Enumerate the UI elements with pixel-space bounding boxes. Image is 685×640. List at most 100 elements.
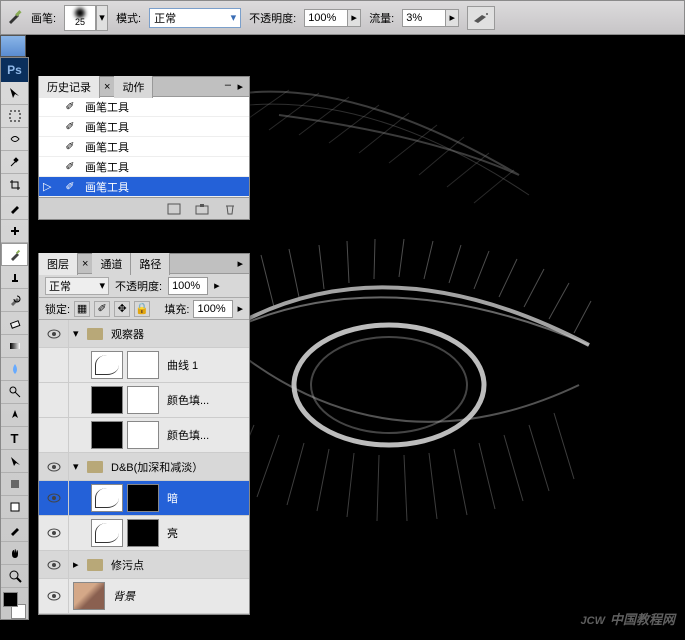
layer-tree: ▾观察器 曲线 1 颜色填... 颜色填... ▾D&B(加深和减淡） 暗 亮: [39, 320, 249, 614]
layer-group-observer[interactable]: ▾观察器: [39, 320, 249, 348]
notes-tool[interactable]: [1, 496, 28, 519]
layer-thumb[interactable]: [73, 582, 105, 610]
layer-thumb[interactable]: [91, 386, 123, 414]
layer-dark[interactable]: 暗: [39, 481, 249, 516]
delete-icon[interactable]: [221, 201, 239, 217]
eyedropper-tool[interactable]: [1, 197, 28, 220]
lock-label: 锁定:: [45, 301, 70, 317]
history-item[interactable]: ✐画笔工具: [39, 137, 249, 157]
visibility-icon[interactable]: [47, 560, 61, 570]
history-list: ✐画笔工具 ✐画笔工具 ✐画笔工具 ✐画笔工具 ▷✐画笔工具: [39, 97, 249, 197]
new-doc-from-state-icon[interactable]: [165, 201, 183, 217]
layer-thumb[interactable]: [91, 519, 123, 547]
layer-group-cleanup[interactable]: ▸修污点: [39, 551, 249, 579]
lasso-tool[interactable]: [1, 128, 28, 151]
close-tab-icon[interactable]: ×: [100, 81, 114, 93]
stamp-tool[interactable]: [1, 266, 28, 289]
lock-all-icon[interactable]: 🔒: [134, 301, 150, 317]
gradient-tool[interactable]: [1, 335, 28, 358]
chevron-right-icon[interactable]: ▸: [237, 302, 243, 315]
visibility-icon[interactable]: [47, 329, 61, 339]
history-item[interactable]: ✐画笔工具: [39, 157, 249, 177]
layer-blend-select[interactable]: 正常▾: [45, 277, 109, 295]
flow-input[interactable]: 3%: [402, 9, 446, 27]
snapshot-icon[interactable]: [193, 201, 211, 217]
dodge-tool[interactable]: [1, 381, 28, 404]
type-tool[interactable]: T: [1, 427, 28, 450]
folder-icon: [87, 328, 103, 340]
disclosure-icon[interactable]: ▾: [73, 327, 83, 340]
history-brush-tool[interactable]: [1, 289, 28, 312]
history-item[interactable]: ✐画笔工具: [39, 117, 249, 137]
path-select-tool[interactable]: [1, 450, 28, 473]
disclosure-icon[interactable]: ▸: [73, 558, 83, 571]
lock-transparency-icon[interactable]: ▦: [74, 301, 90, 317]
chevron-down-icon: ▾: [231, 11, 237, 24]
zoom-tool[interactable]: [1, 565, 28, 588]
disclosure-icon[interactable]: ▾: [73, 460, 83, 473]
eraser-tool[interactable]: [1, 312, 28, 335]
lock-position-icon[interactable]: ✥: [114, 301, 130, 317]
panel-menu-icon[interactable]: ▸: [231, 80, 249, 93]
opacity-input[interactable]: 100%: [304, 9, 348, 27]
layer-opacity-input[interactable]: 100%: [168, 277, 208, 295]
layer-background[interactable]: 背景: [39, 579, 249, 614]
pen-tool[interactable]: [1, 404, 28, 427]
visibility-icon[interactable]: [47, 528, 61, 538]
fill-input[interactable]: 100%: [193, 300, 233, 318]
move-tool[interactable]: [1, 82, 28, 105]
mask-thumb[interactable]: [127, 386, 159, 414]
foreground-color[interactable]: [3, 592, 18, 607]
history-item[interactable]: ▷✐画笔工具: [39, 177, 249, 197]
tab-paths[interactable]: 路径: [131, 253, 170, 275]
close-tab-icon[interactable]: ×: [78, 258, 92, 270]
layer-group-db[interactable]: ▾D&B(加深和减淡）: [39, 453, 249, 481]
chevron-right-icon[interactable]: ▸: [214, 279, 220, 292]
healing-tool[interactable]: [1, 220, 28, 243]
blend-mode-select[interactable]: 正常 ▾: [149, 8, 241, 28]
layer-thumb[interactable]: [91, 484, 123, 512]
tab-layers[interactable]: 图层: [39, 253, 78, 275]
flow-arrow[interactable]: ▸: [445, 9, 459, 27]
menu-strip[interactable]: [0, 35, 26, 57]
mask-thumb[interactable]: [127, 421, 159, 449]
shape-tool[interactable]: [1, 473, 28, 496]
mask-thumb[interactable]: [127, 519, 159, 547]
opacity-arrow[interactable]: ▸: [347, 9, 361, 27]
hand-tool[interactable]: [1, 542, 28, 565]
mask-thumb[interactable]: [127, 351, 159, 379]
minimize-icon[interactable]: –: [225, 79, 231, 91]
wand-tool[interactable]: [1, 151, 28, 174]
blur-tool[interactable]: [1, 358, 28, 381]
fill-label: 填充:: [164, 301, 189, 317]
layer-thumb[interactable]: [91, 421, 123, 449]
tab-actions[interactable]: 动作: [114, 76, 153, 98]
visibility-icon[interactable]: [47, 462, 61, 472]
history-footer: [39, 197, 249, 219]
brush-preview[interactable]: 25: [64, 5, 96, 31]
brush-picker-arrow[interactable]: ▾: [96, 5, 108, 31]
color-swatch[interactable]: [1, 592, 28, 619]
panel-menu-icon[interactable]: ▸: [231, 257, 249, 270]
crop-tool[interactable]: [1, 174, 28, 197]
layer-colorfill1[interactable]: 颜色填...: [39, 383, 249, 418]
visibility-icon[interactable]: [47, 591, 61, 601]
layer-thumb[interactable]: [91, 351, 123, 379]
layer-light[interactable]: 亮: [39, 516, 249, 551]
airbrush-toggle[interactable]: [467, 6, 495, 30]
brush-icon: ✐: [61, 120, 79, 134]
eyedropper2-tool[interactable]: [1, 519, 28, 542]
mask-thumb[interactable]: [127, 484, 159, 512]
marquee-tool[interactable]: [1, 105, 28, 128]
layer-colorfill2[interactable]: 颜色填...: [39, 418, 249, 453]
tab-channels[interactable]: 通道: [92, 253, 131, 275]
tab-history[interactable]: 历史记录: [39, 76, 100, 98]
lock-pixels-icon[interactable]: ✐: [94, 301, 110, 317]
brush-icon: ✐: [61, 160, 79, 174]
layer-curves1[interactable]: 曲线 1: [39, 348, 249, 383]
history-item[interactable]: ✐画笔工具: [39, 97, 249, 117]
brush-tool[interactable]: [1, 243, 28, 266]
visibility-icon[interactable]: [47, 493, 61, 503]
flow-label: 流量:: [369, 10, 394, 26]
history-panel: 历史记录 × 动作 – ▸ ✐画笔工具 ✐画笔工具 ✐画笔工具 ✐画笔工具 ▷✐…: [38, 76, 250, 220]
